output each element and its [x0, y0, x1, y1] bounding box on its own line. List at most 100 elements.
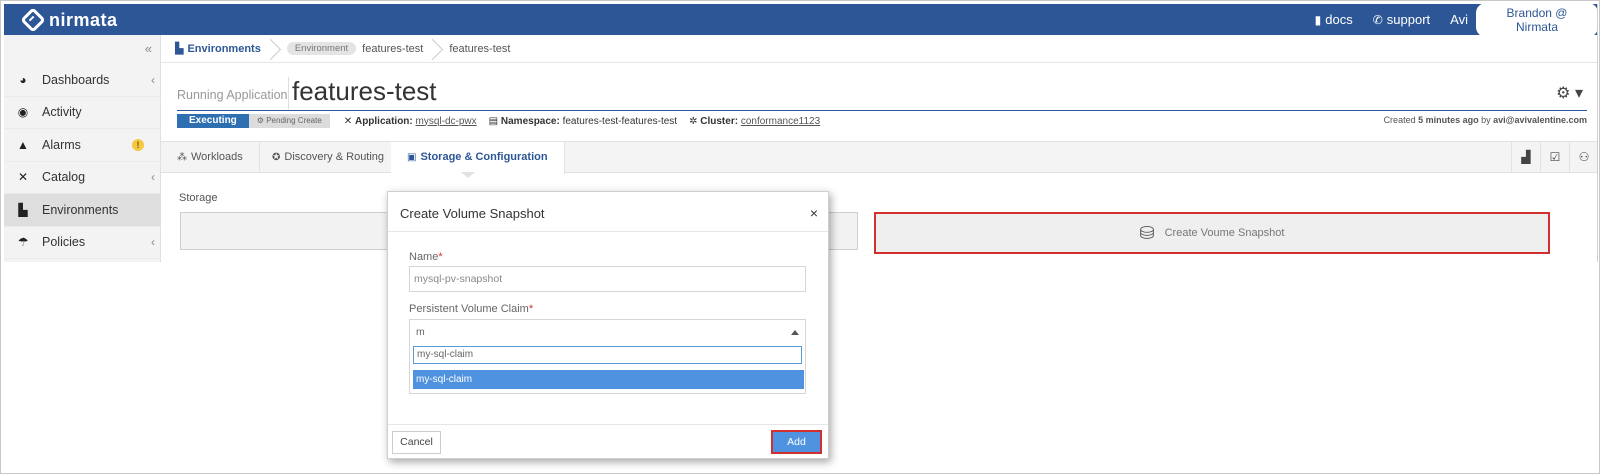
active-tab-pointer — [461, 172, 475, 178]
pvc-label-text: Persistent Volume Claim — [409, 303, 529, 315]
pvc-selected-value: m — [416, 326, 425, 338]
umbrella-icon: ☂ — [17, 235, 29, 250]
namespace-icon: ▤ — [488, 115, 501, 127]
title-divider — [288, 77, 289, 109]
docs-label: docs — [1325, 12, 1353, 27]
nirmata-logo-icon — [20, 7, 46, 33]
breadcrumb-separator — [267, 35, 281, 63]
cluster-label: Cluster: — [700, 115, 739, 127]
caret-up-icon — [791, 330, 799, 335]
sidebar-item-label: Policies — [42, 235, 86, 250]
sidebar-item-environments[interactable]: ▙ Environments — [4, 194, 161, 227]
sidebar-item-activity[interactable]: ◉ Activity — [4, 97, 161, 129]
created-by: avi@avivalentine.com — [1493, 115, 1587, 125]
application-label: Application: — [354, 115, 413, 127]
sidebar-menu: ◕ Dashboards ‹ ◉ Activity ▲ Alarms ! ✕ C… — [4, 64, 161, 259]
gear-icon[interactable]: ⚙ ▾ — [1556, 83, 1583, 103]
top-bar: nirmata ▮ docs ✆ support Avi Brandon @ N… — [4, 4, 1597, 37]
name-label-text: Name — [409, 251, 439, 263]
storage-icon: ▣ — [407, 152, 417, 163]
docs-link[interactable]: ▮ docs — [1315, 12, 1353, 27]
breadcrumb-environments[interactable]: ▙ Environments — [161, 42, 261, 56]
discovery-icon: ✪ — [272, 152, 281, 163]
tab-workloads[interactable]: ⁂ Workloads — [161, 142, 260, 173]
main-content: ▙ Environments Environment features-test… — [161, 35, 1597, 262]
create-snapshot-label: Create Voume Snapshot — [1164, 227, 1285, 239]
page-title: features-test — [292, 76, 437, 106]
pending-label: Pending Create — [266, 116, 322, 125]
dialog-title: Create Volume Snapshot — [400, 206, 545, 221]
add-button[interactable]: Add — [771, 430, 822, 454]
phone-icon: ✆ — [1372, 12, 1383, 27]
sidebar-item-label: Activity — [42, 105, 82, 120]
page-subtitle: Running Application — [177, 88, 288, 102]
sidebar-item-catalog[interactable]: ✕ Catalog ‹ — [4, 162, 161, 194]
chart-icon[interactable]: ▟ — [1511, 142, 1540, 173]
breadcrumb-separator — [429, 35, 443, 63]
pvc-dropdown: my-sql-claim my-sql-claim — [409, 344, 806, 394]
tab-label: Storage & Configuration — [420, 151, 548, 163]
cancel-button[interactable]: Cancel — [392, 431, 441, 454]
bell-icon: ▲ — [17, 137, 29, 152]
environments-icon: ▙ — [18, 202, 28, 217]
namespace-label: Namespace: — [500, 115, 560, 127]
user-menu-button[interactable]: Brandon @ Nirmata — [1476, 4, 1597, 37]
created-by-word: by — [1481, 115, 1491, 125]
name-input[interactable]: mysql-pv-snapshot — [409, 266, 806, 292]
pvc-search-input[interactable]: my-sql-claim — [413, 346, 802, 364]
sidebar-item-dashboards[interactable]: ◕ Dashboards ‹ — [4, 64, 161, 97]
user-short-name: Avi — [1450, 12, 1468, 27]
name-field-label: Name* — [409, 251, 443, 263]
tab-storage-configuration[interactable]: ▣ Storage & Configuration — [391, 142, 565, 174]
pvc-option[interactable]: my-sql-claim — [413, 370, 804, 389]
application-icon: ✕ — [343, 115, 355, 127]
application-link[interactable]: mysql-dc-pwx — [416, 116, 477, 127]
created-time: 5 minutes ago — [1418, 115, 1479, 125]
breadcrumb-current: features-test — [449, 42, 511, 55]
sidebar: « ◕ Dashboards ‹ ◉ Activity ▲ Alarms ! ✕ — [4, 35, 161, 262]
brand-name: nirmata — [49, 9, 118, 30]
sidebar-item-label: Alarms — [42, 137, 81, 152]
collapse-sidebar-icon[interactable]: « — [145, 41, 152, 56]
tab-tools: ▟ ☑ ⚇ — [1511, 142, 1597, 173]
chevron-left-icon: ‹ — [151, 72, 155, 87]
app-meta-row: Executing ⚙ Pending Create ✕ Application… — [177, 114, 1587, 128]
breadcrumb-root-label: Environments — [187, 42, 261, 55]
cluster-icon: ✲ — [689, 115, 701, 127]
required-mark: * — [438, 251, 443, 263]
checklist-icon[interactable]: ☑ — [1540, 142, 1569, 173]
tools-icon: ✕ — [17, 170, 29, 185]
cluster-link[interactable]: conformance1123 — [741, 116, 820, 127]
sidebar-item-policies[interactable]: ☂ Policies ‹ — [4, 227, 161, 259]
meta-application: ✕ Application: mysql-dc-pwx — [344, 116, 477, 127]
alarm-badge: ! — [132, 138, 144, 151]
meta-cluster: ✲ Cluster: conformance1123 — [689, 116, 820, 127]
tab-label: Workloads — [191, 151, 243, 163]
support-link[interactable]: ✆ support — [1373, 12, 1430, 27]
user-settings-icon[interactable]: ⚇ — [1569, 142, 1597, 173]
status-badge: Executing — [177, 114, 249, 128]
breadcrumb-env-link[interactable]: features-test — [362, 43, 423, 55]
meta-namespace: ▤ Namespace: features-test-features-test — [489, 116, 677, 127]
sidebar-item-alarms[interactable]: ▲ Alarms ! — [4, 129, 161, 162]
pending-badge: ⚙ Pending Create — [248, 114, 330, 128]
activity-icon: ◉ — [17, 105, 29, 120]
chevron-left-icon: ‹ — [151, 235, 155, 250]
tab-label: Discovery & Routing — [284, 151, 385, 163]
tab-discovery-routing[interactable]: ✪ Discovery & Routing — [256, 142, 402, 173]
required-mark: * — [528, 303, 534, 315]
support-label: support — [1386, 12, 1431, 27]
pending-icon: ⚙ — [256, 116, 267, 125]
dialog-header: Create Volume Snapshot × — [388, 192, 828, 232]
sidebar-item-label: Environments — [42, 202, 119, 217]
sidebar-item-label: Catalog — [42, 170, 86, 185]
tabs-bar: ⁂ Workloads ✪ Discovery & Routing ▣ Storage… — [161, 141, 1597, 174]
hard-drive-icon: ⛁ — [1139, 222, 1155, 243]
pvc-field-label: Persistent Volume Claim* — [409, 303, 533, 315]
page-header: Running Application features-test ⚙ ▾ — [177, 76, 1587, 111]
create-volume-snapshot-button[interactable]: ⛁ Create Voume Snapshot — [874, 212, 1550, 254]
chevron-left-icon: ‹ — [151, 170, 155, 185]
pvc-select[interactable]: m — [409, 319, 806, 345]
close-icon[interactable]: × — [810, 205, 818, 221]
brand-logo[interactable]: nirmata — [20, 7, 118, 33]
